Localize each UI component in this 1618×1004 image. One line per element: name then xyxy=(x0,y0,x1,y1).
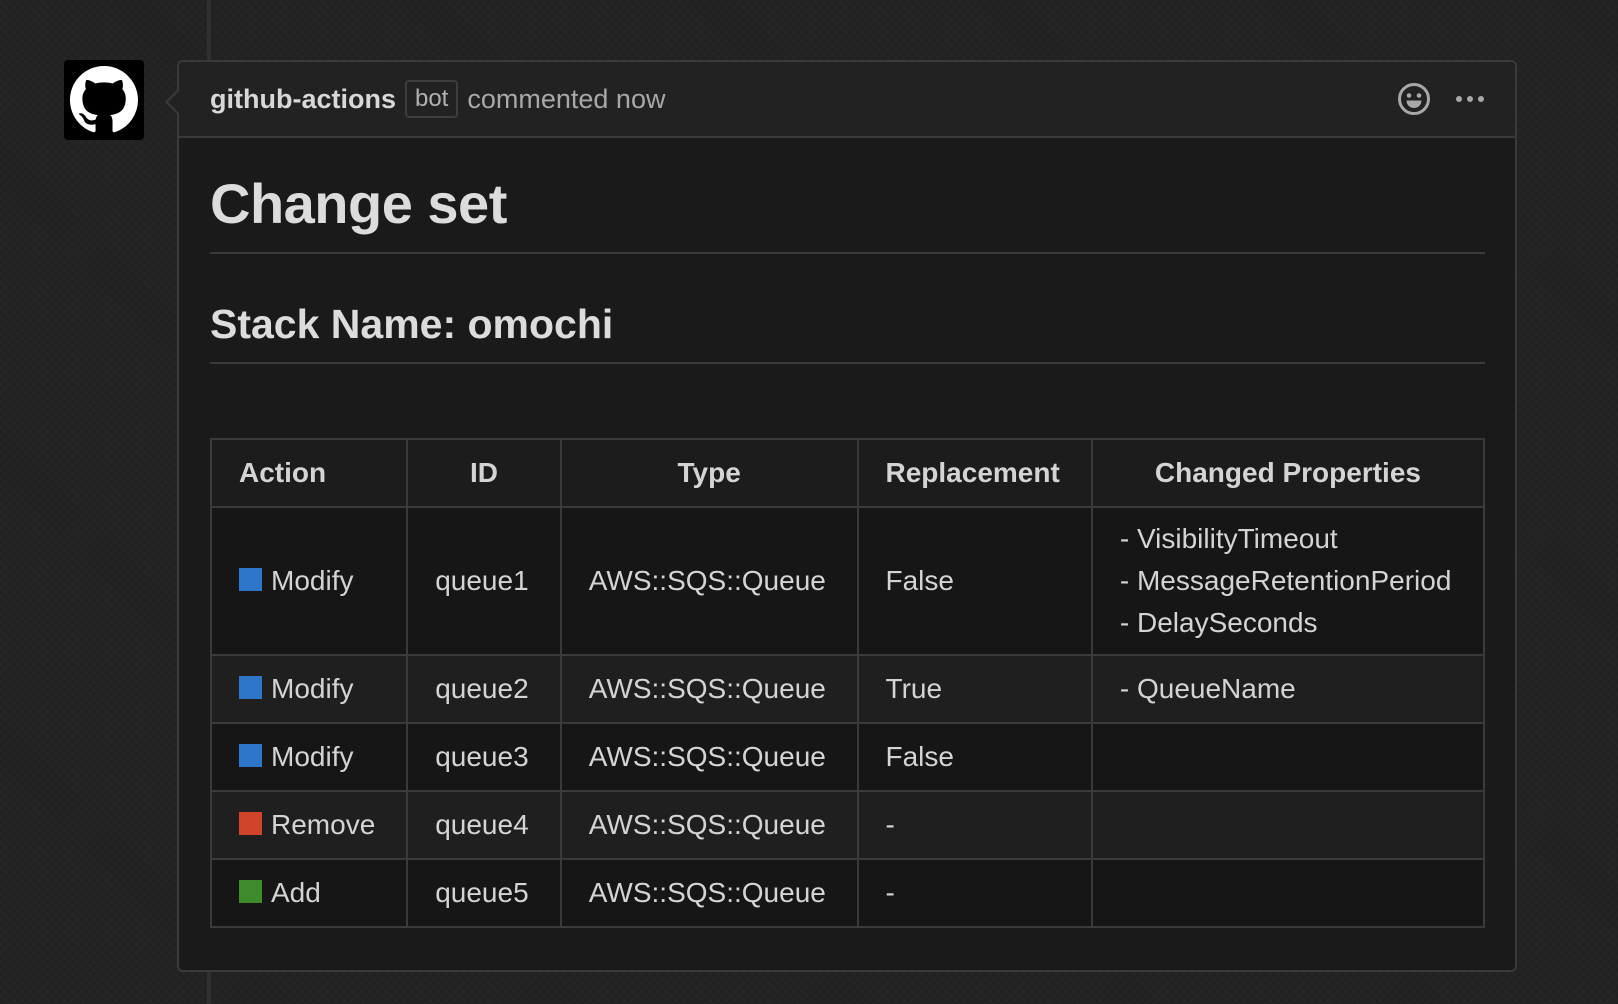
action-label: Modify xyxy=(271,565,354,596)
replacement-cell: - xyxy=(856,790,1093,860)
comment-header: github-actions bot commented now xyxy=(179,62,1515,138)
action-cell: Add xyxy=(209,858,409,928)
changed-properties-cell xyxy=(1090,722,1486,792)
id-cell: queue1 xyxy=(406,506,562,656)
action-cell: Modify xyxy=(209,654,409,724)
header-id: ID xyxy=(406,438,562,508)
table-row: Remove queue4 AWS::SQS::Queue - xyxy=(209,790,1486,860)
action-color-swatch xyxy=(239,812,262,835)
changed-property: - DelaySeconds xyxy=(1119,607,1318,638)
type-cell: AWS::SQS::Queue xyxy=(559,722,859,792)
id-cell: queue3 xyxy=(406,722,562,792)
action-color-swatch xyxy=(239,880,262,903)
stack-name-heading: Stack Name: omochi xyxy=(210,300,1485,364)
changed-property: - VisibilityTimeout xyxy=(1119,523,1338,554)
comment-timestamp[interactable]: commented now xyxy=(467,84,665,115)
table-row: Modify queue2 AWS::SQS::Queue True - QueueNa… xyxy=(209,654,1486,724)
table-row: Modify queue3 AWS::SQS::Queue False xyxy=(209,722,1486,792)
header-type: Type xyxy=(559,438,859,508)
change-set-table: Action ID Type Replacement Changed Prope… xyxy=(209,438,1486,928)
add-reaction-button[interactable] xyxy=(1397,82,1431,116)
header-replacement: Replacement xyxy=(856,438,1093,508)
table-row: Modify queue1 AWS::SQS::Queue False - Visibi… xyxy=(209,506,1486,656)
changed-properties-cell: - VisibilityTimeout - MessageRetentionPer… xyxy=(1090,506,1486,656)
action-color-swatch xyxy=(239,568,262,591)
id-cell: queue2 xyxy=(406,654,562,724)
bot-badge: bot xyxy=(404,80,459,118)
action-label: Modify xyxy=(271,741,354,772)
more-options-button[interactable] xyxy=(1455,94,1485,104)
comment-body: Change set Stack Name: omochi Action ID … xyxy=(179,172,1515,928)
action-cell: Modify xyxy=(209,506,409,656)
type-cell: AWS::SQS::Queue xyxy=(559,858,859,928)
type-cell: AWS::SQS::Queue xyxy=(559,790,859,860)
replacement-cell: False xyxy=(856,506,1093,656)
action-color-swatch xyxy=(239,676,262,699)
action-label: Modify xyxy=(271,673,354,704)
author-link[interactable]: github-actions xyxy=(210,84,396,115)
action-label: Add xyxy=(271,877,321,908)
table-body: Modify queue1 AWS::SQS::Queue False - Visibi… xyxy=(209,506,1486,928)
changed-properties-cell xyxy=(1090,790,1486,860)
action-color-swatch xyxy=(239,744,262,767)
replacement-cell: True xyxy=(856,654,1093,724)
type-cell: AWS::SQS::Queue xyxy=(559,654,859,724)
changed-property: - QueueName xyxy=(1119,673,1296,704)
comment-box: github-actions bot commented now Change … xyxy=(165,60,1517,972)
smiley-icon xyxy=(1398,83,1430,115)
action-label: Remove xyxy=(271,809,376,840)
changed-properties-cell xyxy=(1090,858,1486,928)
page-title: Change set xyxy=(210,172,1485,254)
action-cell: Modify xyxy=(209,722,409,792)
github-octocat-icon xyxy=(70,66,138,133)
table-header-row: Action ID Type Replacement Changed Prope… xyxy=(209,438,1486,508)
changed-property: - MessageRetentionPeriod xyxy=(1119,565,1452,596)
header-actions xyxy=(1397,82,1485,116)
avatar[interactable] xyxy=(64,60,144,140)
comment-caret-inner xyxy=(168,90,180,114)
changed-properties-cell: - QueueName xyxy=(1090,654,1486,724)
header-action: Action xyxy=(209,438,409,508)
action-cell: Remove xyxy=(209,790,409,860)
table-row: Add queue5 AWS::SQS::Queue - xyxy=(209,858,1486,928)
replacement-cell: False xyxy=(856,722,1093,792)
header-changed-properties: Changed Properties xyxy=(1090,438,1486,508)
replacement-cell: - xyxy=(856,858,1093,928)
kebab-horizontal-icon xyxy=(1456,96,1484,102)
id-cell: queue5 xyxy=(406,858,562,928)
type-cell: AWS::SQS::Queue xyxy=(559,506,859,656)
id-cell: queue4 xyxy=(406,790,562,860)
